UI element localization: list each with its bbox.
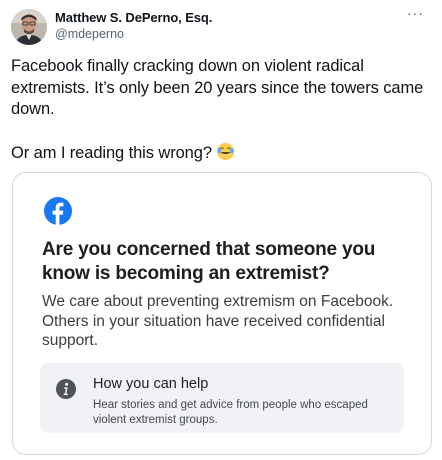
screenshot-media-card[interactable]: Are you concerned that someone you know … — [12, 172, 432, 455]
help-description: Hear stories and get advice from people … — [93, 399, 368, 426]
author-handle[interactable]: @mdeperno — [55, 27, 124, 41]
help-box: How you can help Hear stories and get ad… — [40, 363, 404, 433]
face-with-tears-of-joy-icon — [216, 142, 235, 161]
tweet-text-paragraph: Facebook finally cracking down on violen… — [11, 57, 424, 118]
tweet-text: Facebook finally cracking down on violen… — [11, 56, 431, 164]
facebook-logo-icon — [44, 197, 72, 225]
tweet: Matthew S. DePerno, Esq. @mdeperno ··· F… — [0, 0, 442, 460]
tweet-question: Or am I reading this wrong? — [11, 143, 212, 162]
info-icon — [56, 379, 76, 399]
notice-body: We care about preventing extremism on Fa… — [42, 293, 394, 349]
avatar-photo — [11, 9, 47, 45]
more-options-icon[interactable]: ··· — [407, 6, 424, 20]
avatar[interactable] — [11, 9, 47, 45]
notice-heading: Are you concerned that someone you know … — [42, 239, 376, 284]
help-title[interactable]: How you can help — [93, 376, 208, 392]
tweet-text-paragraph: Or am I reading this wrong? — [11, 142, 431, 165]
author-name[interactable]: Matthew S. DePerno, Esq. — [55, 10, 212, 25]
